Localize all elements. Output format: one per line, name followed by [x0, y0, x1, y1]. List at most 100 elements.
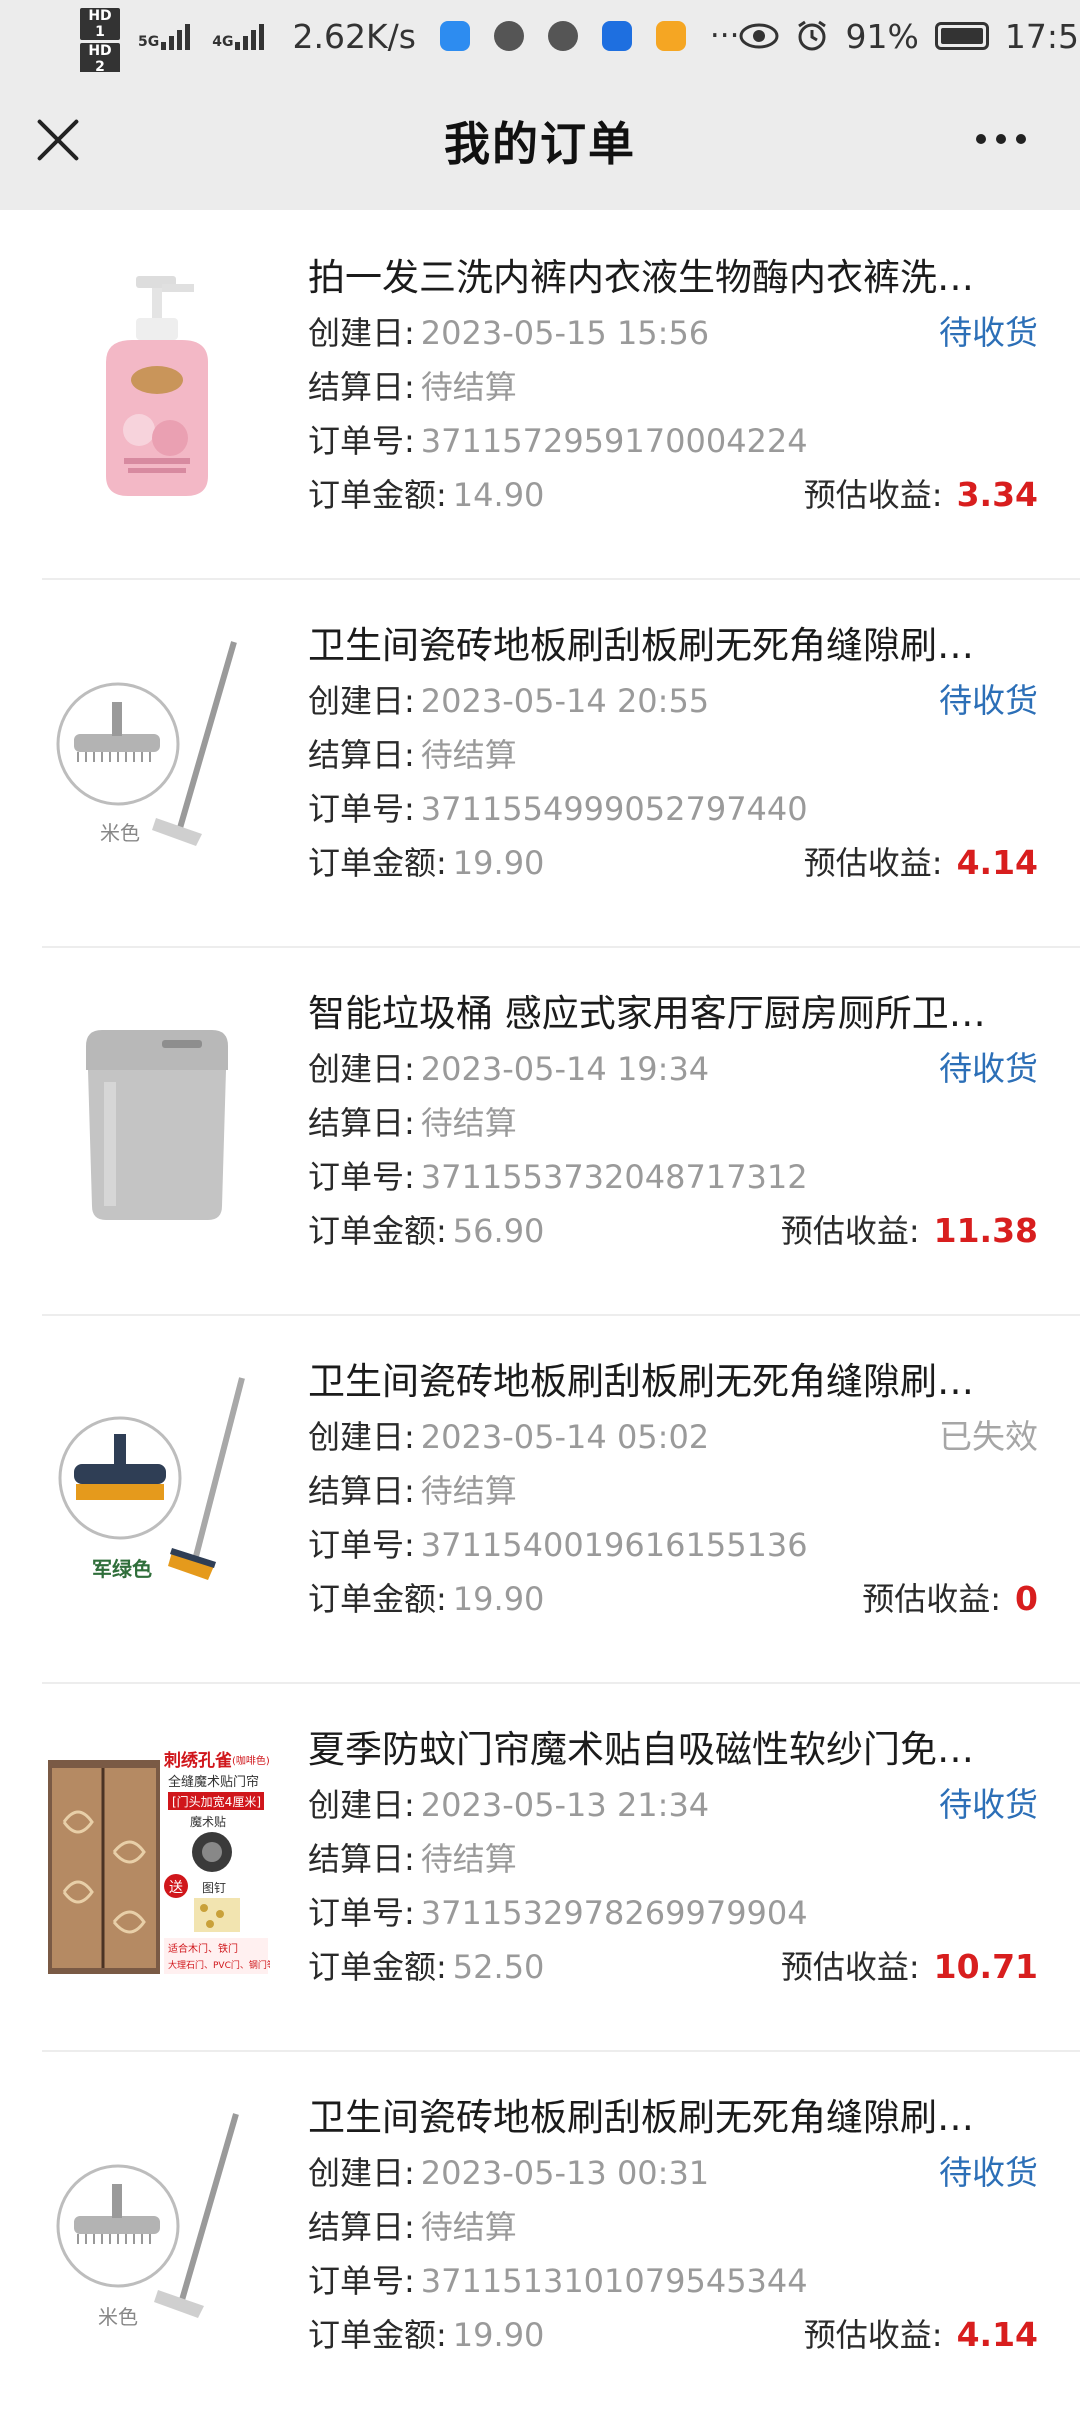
created-date: 2023-05-13 21:34 — [420, 1786, 710, 1824]
settled-value: 待结算 — [420, 736, 517, 774]
earnings-value: 4.14 — [956, 843, 1038, 882]
settled-row: 结算日: 待结算 — [308, 1832, 1038, 1886]
product-image-floor-brush-green: 军绿色 — [58, 1377, 245, 1581]
product-title[interactable]: 夏季防蚊门帘魔术贴自吸磁性软纱门免… — [308, 1722, 1038, 1778]
order-list: 拍一发三洗内裤内衣液生物酶内衣裤洗… 创建日: 2023-05-15 15:56 … — [0, 210, 1080, 2418]
created-date: 2023-05-14 05:02 — [420, 1418, 710, 1456]
created-date: 2023-05-15 15:56 — [420, 314, 710, 352]
nav-bar: 我的订单 — [0, 72, 1080, 210]
color-caption: 米色 — [100, 821, 140, 845]
order-item[interactable]: 刺绣孔雀 (咖啡色) 全缝魔术贴门帘 [门头加宽4厘米] 魔术贴 送 图钉 适合… — [0, 1682, 1080, 2050]
close-icon[interactable] — [34, 116, 82, 164]
promo-line3: 魔术贴 — [190, 1814, 226, 1829]
product-image-floor-brush-beige: 米色 — [56, 2113, 239, 2329]
order-status: 待收货 — [939, 313, 1038, 352]
created-row: 创建日: 2023-05-13 00:31 待收货 — [308, 2146, 1038, 2200]
created-label: 创建日: — [308, 1786, 415, 1824]
order-item[interactable]: 军绿色 卫生间瓷砖地板刷刮板刷无死角缝隙刷… 创建日: 2023-05-14 05… — [0, 1314, 1080, 1682]
amount-label: 订单金额: — [308, 1212, 447, 1250]
bulb-app-icon — [601, 21, 632, 51]
product-image-door-curtain: 刺绣孔雀 (咖啡色) 全缝魔术贴门帘 [门头加宽4厘米] 魔术贴 送 图钉 适合… — [48, 1750, 270, 1974]
earnings: 预估收益: 4.14 — [804, 836, 1038, 890]
promo-fit: 适合木门、铁门 — [168, 1942, 238, 1955]
order-no-row: 订单号: 3711532978269979904 — [308, 1886, 1038, 1940]
order-item[interactable]: 米色 卫生间瓷砖地板刷刮板刷无死角缝隙刷… 创建日: 2023-05-13 00:… — [0, 2050, 1080, 2418]
order-no-label: 订单号: — [308, 422, 415, 460]
more-notifications: ··· — [709, 18, 740, 54]
order-no-label: 订单号: — [308, 1158, 415, 1196]
created-date: 2023-05-14 20:55 — [420, 682, 710, 720]
settled-row: 结算日: 待结算 — [308, 728, 1038, 782]
hd-indicator: HD 1 HD 2 — [80, 8, 120, 78]
order-no[interactable]: 3711540019616155136 — [421, 1526, 808, 1564]
order-info: 卫生间瓷砖地板刷刮板刷无死角缝隙刷… 创建日: 2023-05-13 00:31 … — [308, 2090, 1038, 2362]
order-amount: 52.50 — [452, 1948, 545, 1986]
created-row: 创建日: 2023-05-14 20:55 待收货 — [308, 674, 1038, 728]
promo-brand-sub: (咖啡色) — [232, 1754, 270, 1767]
earnings-value: 3.34 — [956, 475, 1038, 514]
order-no-row: 订单号: 3711540019616155136 — [308, 1518, 1038, 1572]
hd2-label: HD 2 — [80, 43, 120, 75]
order-no[interactable]: 3711513101079545344 — [421, 2262, 808, 2300]
created-label: 创建日: — [308, 1418, 415, 1456]
weather-app-icon — [439, 21, 470, 51]
order-no-row: 订单号: 3711513101079545344 — [308, 2254, 1038, 2308]
order-amount: 19.90 — [452, 844, 545, 882]
order-no[interactable]: 3711532978269979904 — [421, 1894, 808, 1932]
order-info: 夏季防蚊门帘魔术贴自吸磁性软纱门免… 创建日: 2023-05-13 21:34 … — [308, 1722, 1038, 1994]
order-status: 待收货 — [939, 1049, 1038, 1088]
amount-label: 订单金额: — [308, 476, 447, 514]
order-amount: 14.90 — [452, 476, 545, 514]
product-image-detergent — [106, 276, 208, 496]
order-item[interactable]: 智能垃圾桶 感应式家用客厅厨房厕所卫… 创建日: 2023-05-14 19:34… — [0, 946, 1080, 1314]
settled-value: 待结算 — [420, 1472, 517, 1510]
battery-icon — [934, 22, 989, 50]
created-date: 2023-05-13 00:31 — [420, 2154, 710, 2192]
net1-label: 5G — [138, 34, 160, 50]
order-no[interactable]: 3711553732048717312 — [421, 1158, 808, 1196]
order-no-row: 订单号: 3711553732048717312 — [308, 1150, 1038, 1204]
settled-row: 结算日: 待结算 — [308, 2200, 1038, 2254]
earnings: 预估收益: 11.38 — [781, 1204, 1038, 1258]
product-title[interactable]: 智能垃圾桶 感应式家用客厅厨房厕所卫… — [308, 986, 1038, 1042]
product-title[interactable]: 拍一发三洗内裤内衣液生物酶内衣裤洗… — [308, 250, 1038, 306]
created-label: 创建日: — [308, 1050, 415, 1088]
settled-value: 待结算 — [420, 2208, 517, 2246]
created-label: 创建日: — [308, 314, 415, 352]
promo-fit2: 大理石门、PVC门、钢门等 — [168, 1959, 270, 1971]
order-info: 卫生间瓷砖地板刷刮板刷无死角缝隙刷… 创建日: 2023-05-14 05:02 … — [308, 1354, 1038, 1626]
settled-label: 结算日: — [308, 736, 415, 774]
settled-value: 待结算 — [420, 368, 517, 406]
order-info: 卫生间瓷砖地板刷刮板刷无死角缝隙刷… 创建日: 2023-05-14 20:55 … — [308, 618, 1038, 890]
settled-row: 结算日: 待结算 — [308, 360, 1038, 414]
order-item[interactable]: 米色 卫生间瓷砖地板刷刮板刷无死角缝隙刷… 创建日: 2023-05-14 20:… — [0, 578, 1080, 946]
promo-line2: [门头加宽4厘米] — [172, 1794, 261, 1809]
order-item[interactable]: 拍一发三洗内裤内衣液生物酶内衣裤洗… 创建日: 2023-05-15 15:56 … — [0, 210, 1080, 578]
product-title[interactable]: 卫生间瓷砖地板刷刮板刷无死角缝隙刷… — [308, 1354, 1038, 1410]
product-image-floor-brush-beige: 米色 — [56, 641, 237, 846]
eye-icon — [739, 23, 779, 49]
earnings-value: 11.38 — [933, 1211, 1038, 1250]
more-icon[interactable] — [976, 134, 1026, 144]
created-row: 创建日: 2023-05-15 15:56 待收货 — [308, 306, 1038, 360]
settled-label: 结算日: — [308, 2208, 415, 2246]
created-label: 创建日: — [308, 682, 415, 720]
battery-percent: 91% — [845, 16, 919, 56]
amount-row: 订单金额: 14.90 预估收益: 3.34 — [308, 468, 1038, 522]
clock: 17:52 — [1004, 16, 1080, 56]
product-title[interactable]: 卫生间瓷砖地板刷刮板刷无死角缝隙刷… — [308, 618, 1038, 674]
earnings-label: 预估收益: — [803, 2316, 943, 2354]
color-caption: 军绿色 — [92, 1557, 152, 1581]
created-row: 创建日: 2023-05-13 21:34 待收货 — [308, 1778, 1038, 1832]
product-title[interactable]: 卫生间瓷砖地板刷刮板刷无死角缝隙刷… — [308, 2090, 1038, 2146]
order-no-label: 订单号: — [308, 1894, 415, 1932]
earnings-label: 预估收益: — [780, 1948, 920, 1986]
order-status: 待收货 — [939, 681, 1038, 720]
promo-gift: 送 — [169, 1880, 183, 1896]
order-no[interactable]: 3711572959170004224 — [421, 422, 808, 460]
created-row: 创建日: 2023-05-14 05:02 已失效 — [308, 1410, 1038, 1464]
order-no[interactable]: 3711554999052797440 — [421, 790, 808, 828]
order-status: 待收货 — [939, 2153, 1038, 2192]
settled-label: 结算日: — [308, 1472, 415, 1510]
settled-value: 待结算 — [420, 1104, 517, 1142]
